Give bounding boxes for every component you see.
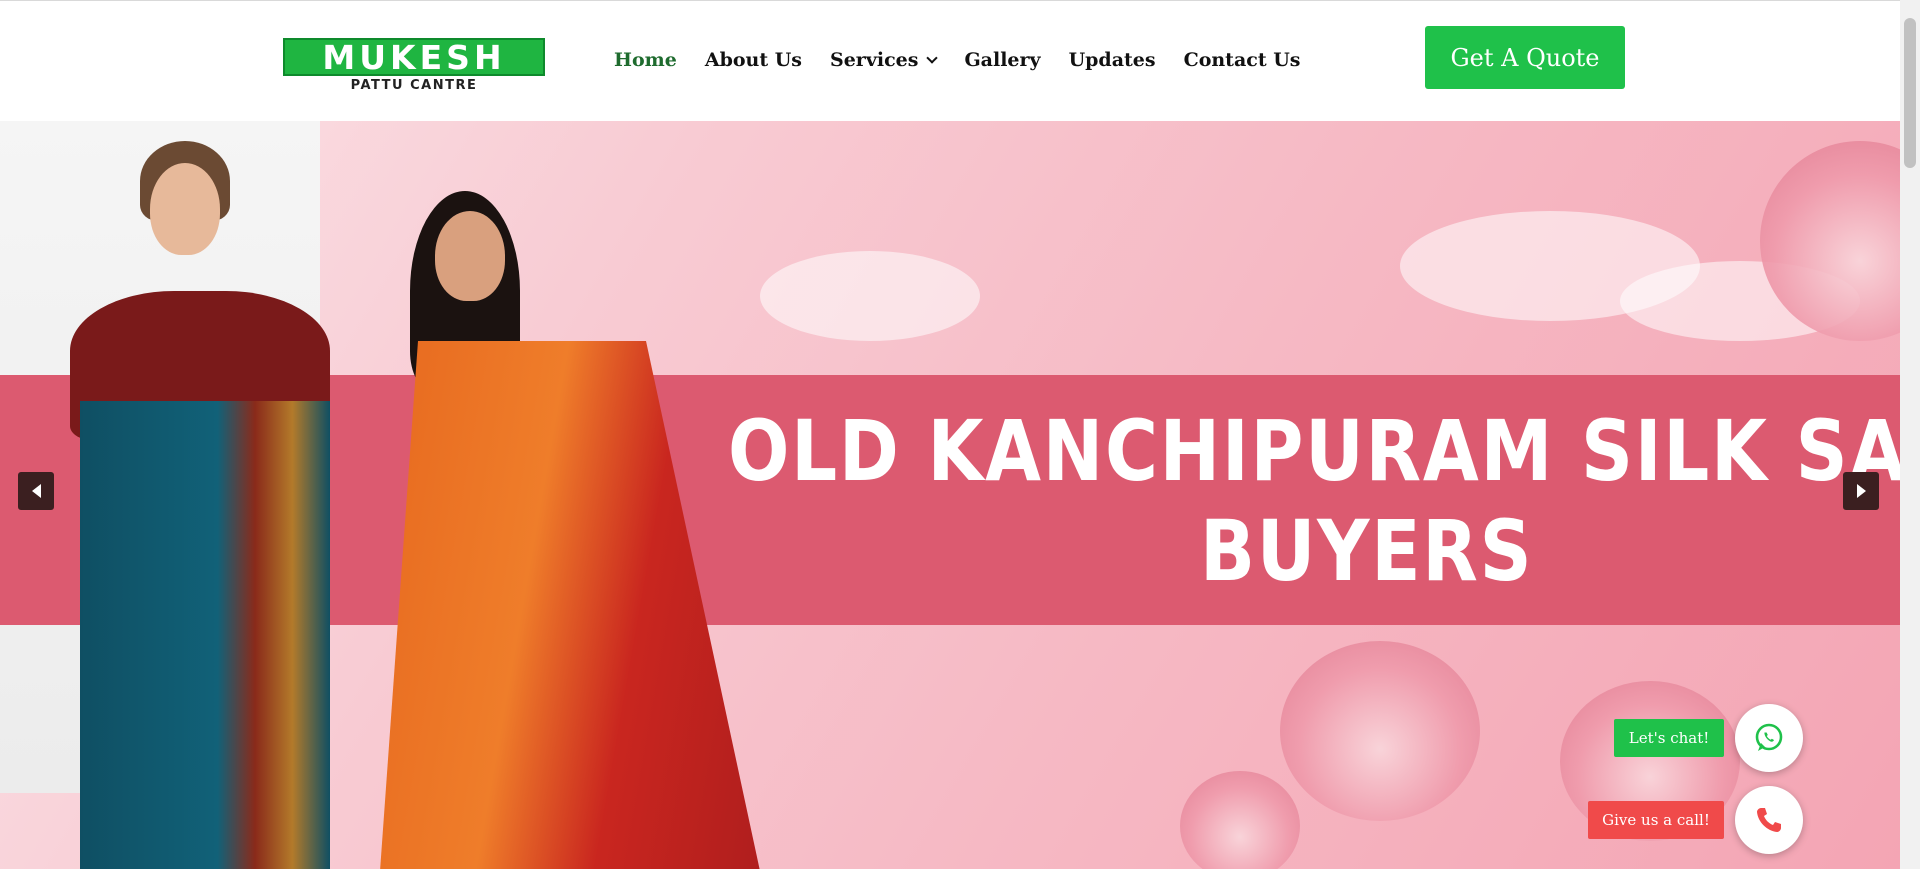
- slider-next-button[interactable]: [1843, 472, 1879, 510]
- get-a-quote-button[interactable]: Get A Quote: [1425, 26, 1625, 89]
- site-logo[interactable]: MUKESH PATTU CANTRE: [283, 38, 545, 93]
- whatsapp-icon: [1755, 723, 1783, 751]
- nav-about-us[interactable]: About Us: [705, 49, 802, 71]
- model-face: [150, 163, 220, 255]
- whatsapp-button[interactable]: [1735, 704, 1803, 772]
- scrollbar-thumb[interactable]: [1904, 18, 1916, 168]
- saree-model-teal: [50, 141, 350, 869]
- chevron-down-icon: [926, 51, 939, 64]
- nav-home[interactable]: Home: [614, 49, 677, 71]
- saree-body: [80, 401, 330, 869]
- slider-prev-button[interactable]: [18, 472, 54, 510]
- nav-gallery[interactable]: Gallery: [964, 49, 1040, 71]
- cloud-shape: [760, 251, 980, 341]
- flower-shape: [1180, 771, 1300, 869]
- arrow-right-icon: [1856, 484, 1866, 498]
- site-header: MUKESH PATTU CANTRE Home About Us Servic…: [0, 1, 1900, 121]
- hero-headline: OLD KANCHIPURAM SILK SAR: [728, 402, 1900, 500]
- nav-services[interactable]: Services: [830, 49, 939, 71]
- model-face: [435, 211, 505, 301]
- nav-contact-us[interactable]: Contact Us: [1184, 49, 1301, 71]
- arrow-left-icon: [31, 484, 41, 498]
- flower-shape: [1280, 641, 1480, 821]
- nav-updates[interactable]: Updates: [1069, 49, 1156, 71]
- logo-tagline: PATTU CANTRE: [350, 78, 478, 93]
- main-nav: Home About Us Services Gallery Updates C…: [614, 49, 1329, 71]
- give-us-a-call-label[interactable]: Give us a call!: [1588, 801, 1724, 839]
- logo-name: MUKESH: [322, 37, 506, 77]
- logo-box: MUKESH: [283, 38, 545, 76]
- nav-services-label: Services: [830, 49, 919, 71]
- saree-model-orange: [350, 191, 770, 869]
- lets-chat-label[interactable]: Let's chat!: [1614, 719, 1724, 757]
- saree-body: [380, 341, 760, 869]
- phone-icon: [1757, 808, 1781, 832]
- hero-headline-second-line: BUYERS: [1200, 502, 1534, 600]
- page-scrollbar[interactable]: [1900, 0, 1920, 869]
- call-button[interactable]: [1735, 786, 1803, 854]
